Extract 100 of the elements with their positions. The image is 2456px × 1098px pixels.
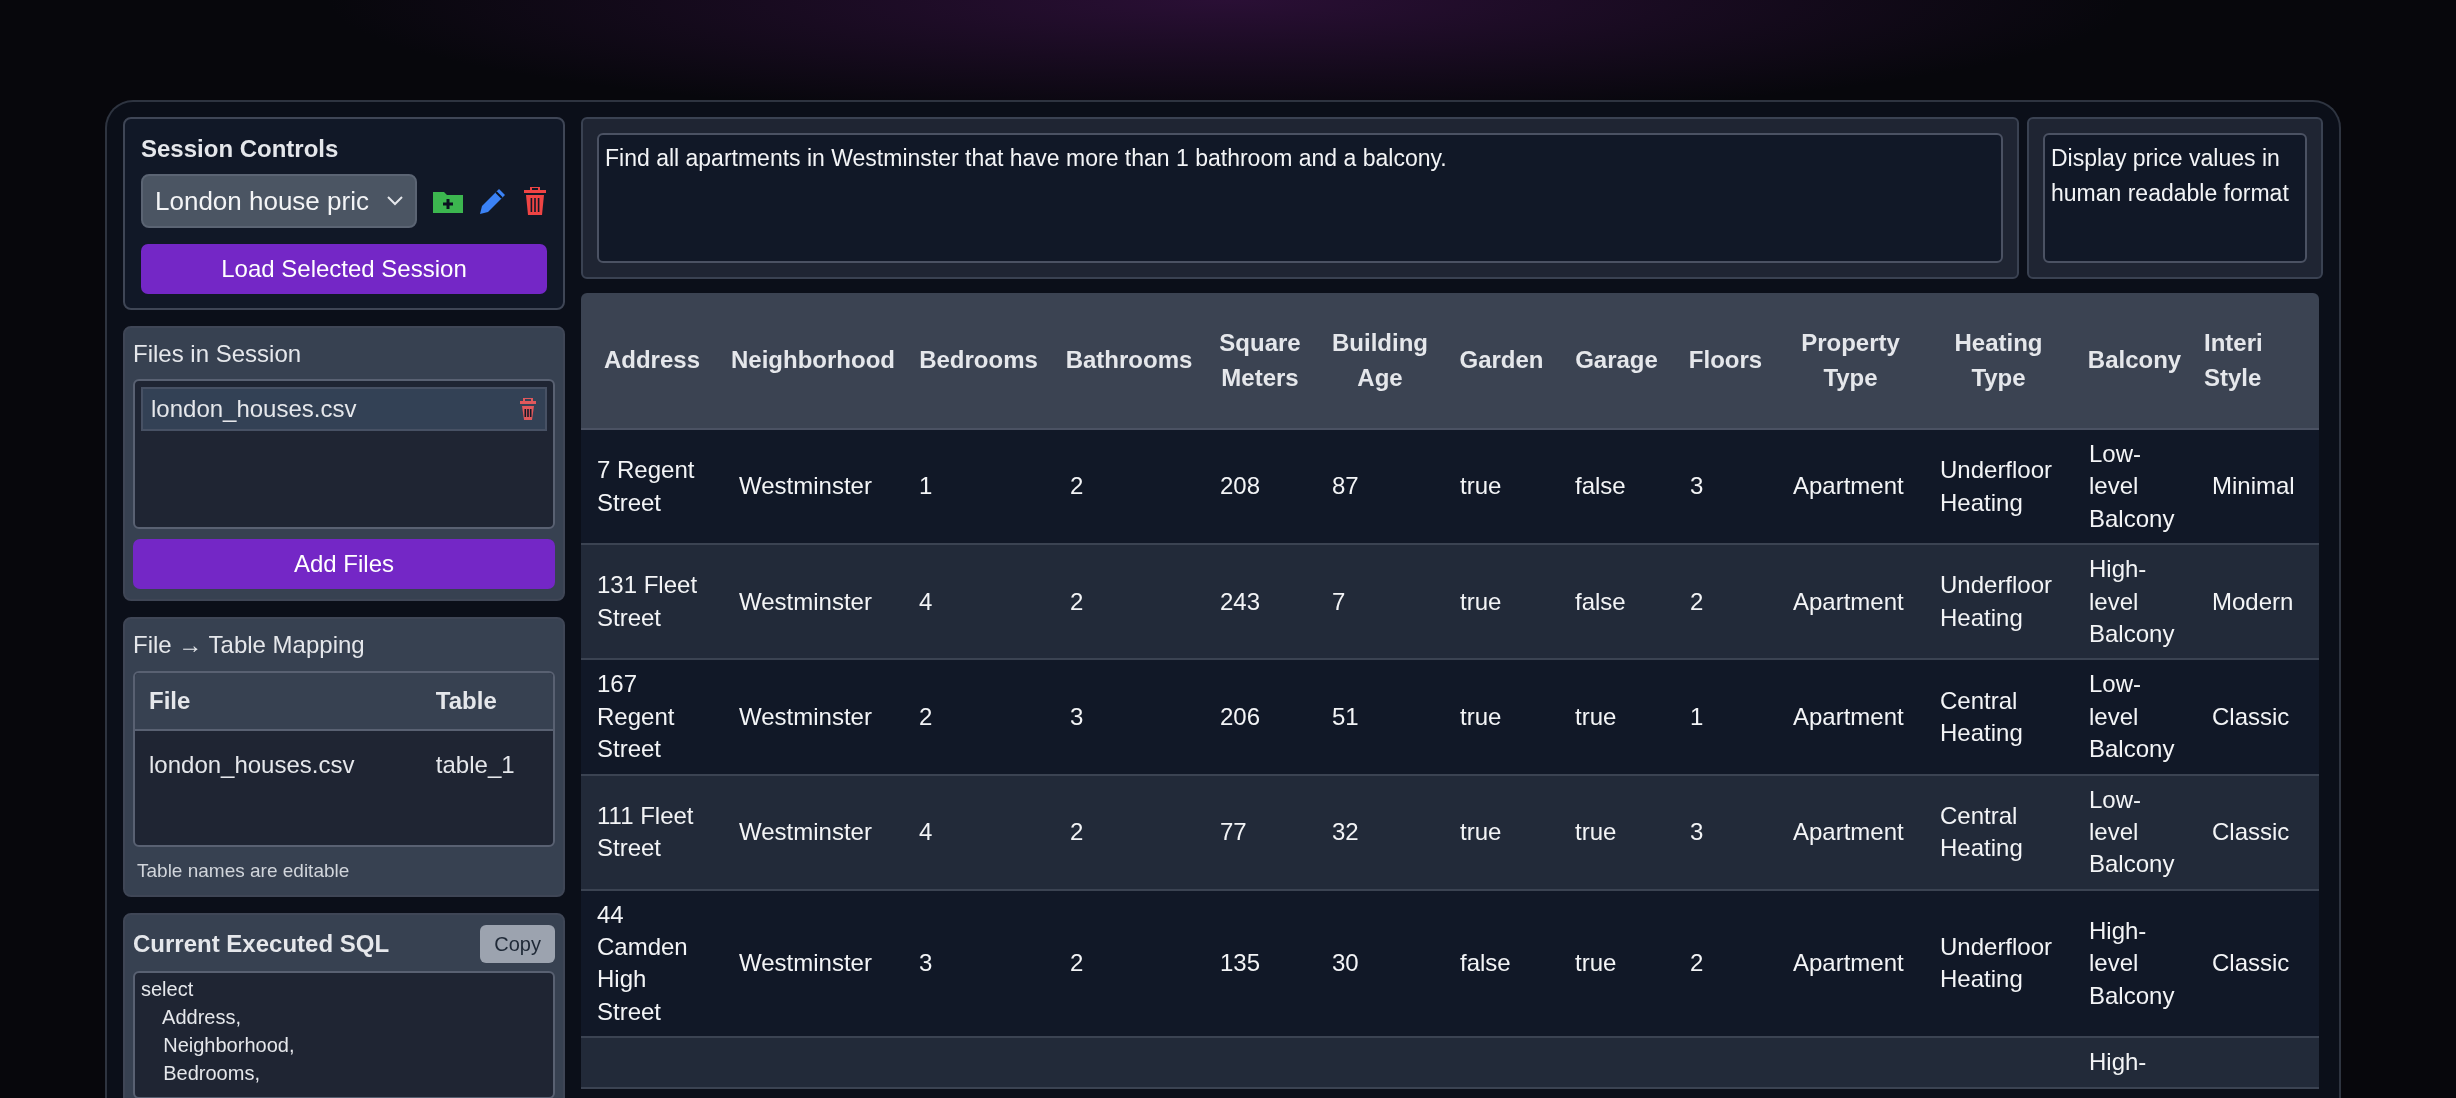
table-cell: true bbox=[1444, 544, 1559, 660]
table-cell: 30 bbox=[1316, 889, 1444, 1038]
table-cell: 243 bbox=[1204, 544, 1316, 660]
table-cell: Classic bbox=[2196, 889, 2319, 1038]
add-files-button[interactable]: Add Files bbox=[133, 539, 555, 590]
table-cell: 87 bbox=[1316, 429, 1444, 545]
table-cell: Apartment bbox=[1777, 429, 1924, 545]
table-cell: 2 bbox=[1054, 544, 1204, 660]
table-cell: true bbox=[1559, 659, 1674, 775]
table-cell: 3 bbox=[903, 889, 1054, 1038]
table-cell: 4 bbox=[903, 774, 1054, 890]
table-cell: Westminster bbox=[723, 774, 903, 890]
table-cell: 2 bbox=[1674, 889, 1777, 1038]
table-cell: 131 Fleet Street bbox=[581, 544, 723, 660]
table-cell: 208 bbox=[1204, 429, 1316, 545]
table-cell: Westminster bbox=[723, 889, 903, 1038]
table-cell: 1 bbox=[903, 429, 1054, 545]
table-cell: 167 Regent Street bbox=[581, 659, 723, 775]
table-cell: Westminster bbox=[723, 659, 903, 775]
pencil-icon[interactable] bbox=[479, 187, 507, 216]
table-cell: High- bbox=[2073, 1037, 2196, 1088]
table-cell: Westminster bbox=[723, 544, 903, 660]
table-cell: Classic bbox=[2196, 659, 2319, 775]
table-cell: Minimal bbox=[2196, 429, 2319, 545]
panel-title: Current Executed SQL bbox=[133, 929, 390, 960]
table-cell: 135 bbox=[1204, 889, 1316, 1038]
hint-text: Table names are editable bbox=[136, 858, 351, 883]
instructions-field[interactable]: Display price values in human readable format bbox=[2043, 133, 2307, 263]
table-cell: Apartment bbox=[1777, 889, 1924, 1038]
column-header: Building Age bbox=[1316, 293, 1444, 429]
table-cell: true bbox=[1559, 774, 1674, 890]
table-cell: false bbox=[1444, 889, 1559, 1038]
column-header: Interi Style bbox=[2196, 293, 2319, 429]
table-cell: 206 bbox=[1204, 659, 1316, 775]
table-cell: Low-level Balcony bbox=[2073, 659, 2196, 775]
table-cell: 2 bbox=[1674, 544, 1777, 660]
table-cell: Low-level Balcony bbox=[2073, 774, 2196, 890]
table-cell: Underfloor Heating bbox=[1924, 889, 2073, 1038]
load-session-button[interactable]: Load Selected Session bbox=[141, 244, 547, 295]
table-cell: Classic bbox=[2196, 774, 2319, 890]
table-cell: Central Heating bbox=[1924, 659, 2073, 775]
table-cell: Central Heating bbox=[1924, 774, 2073, 890]
table-cell: true bbox=[1444, 429, 1559, 545]
file-item[interactable]: london_houses.csv bbox=[141, 387, 547, 432]
table-cell: High-level Balcony bbox=[2073, 889, 2196, 1038]
panel-title: Files in Session bbox=[133, 339, 303, 370]
table-cell: false bbox=[1559, 544, 1674, 660]
table-cell: 3 bbox=[1054, 659, 1204, 775]
column-header: Garage bbox=[1559, 293, 1674, 429]
table-cell: 2 bbox=[1054, 429, 1204, 545]
table-cell: Apartment bbox=[1777, 544, 1924, 660]
chevron-icon bbox=[387, 196, 403, 207]
table-cell: 2 bbox=[903, 659, 1054, 775]
table-cell: false bbox=[1559, 429, 1674, 545]
panel-title: Session Controls bbox=[141, 134, 340, 164]
file-name: london_houses.csv bbox=[151, 394, 357, 425]
table-cell: true bbox=[1444, 774, 1559, 890]
table-cell: Underfloor Heating bbox=[1924, 429, 2073, 545]
column-header: Neighborhood bbox=[723, 293, 903, 429]
column-header: Bedrooms bbox=[903, 293, 1054, 429]
column-header: File bbox=[135, 672, 422, 730]
trash-icon[interactable] bbox=[519, 398, 537, 421]
table-cell: 4 bbox=[903, 544, 1054, 660]
folder-plus-icon[interactable] bbox=[433, 189, 463, 214]
table-cell: 51 bbox=[1316, 659, 1444, 775]
column-header: Square Meters bbox=[1204, 293, 1316, 429]
table-cell: 44 Camden High Street bbox=[581, 889, 723, 1038]
column-header: Balcony bbox=[2073, 293, 2196, 429]
panel-title: File → Table Mapping bbox=[133, 630, 366, 661]
sql-field[interactable]: select Address, Neighborhood, Bedrooms, bbox=[133, 971, 555, 1098]
copy-button[interactable]: Copy bbox=[480, 925, 555, 964]
table-cell: Westminster bbox=[723, 429, 903, 545]
table-cell: 7 bbox=[1316, 544, 1444, 660]
column-header: Heating Type bbox=[1924, 293, 2073, 429]
table-cell: 32 bbox=[1316, 774, 1444, 890]
table-cell: 3 bbox=[1674, 774, 1777, 890]
table-cell: 7 Regent Street bbox=[581, 429, 723, 545]
column-header: Garden bbox=[1444, 293, 1559, 429]
table-cell: table_1 bbox=[421, 729, 553, 799]
column-header: Bathrooms bbox=[1054, 293, 1204, 429]
table-cell: 2 bbox=[1054, 889, 1204, 1038]
table-cell: Underfloor Heating bbox=[1924, 544, 2073, 660]
column-header: Table bbox=[421, 672, 553, 730]
table-cell: Low-level Balcony bbox=[2073, 429, 2196, 545]
column-header: Floors bbox=[1674, 293, 1777, 429]
session-dropdown[interactable]: London house pric bbox=[141, 174, 417, 229]
table-cell: Apartment bbox=[1777, 659, 1924, 775]
trash-icon[interactable] bbox=[523, 187, 547, 216]
query-field[interactable]: Find all apartments in Westminster that have more than 1 bathroom and a balcony. bbox=[597, 133, 2003, 263]
table-cell: 3 bbox=[1674, 429, 1777, 545]
column-header: Property Type bbox=[1777, 293, 1924, 429]
column-header: Address bbox=[581, 293, 723, 429]
table-cell: 77 bbox=[1204, 774, 1316, 890]
table-cell: 111 Fleet Street bbox=[581, 774, 723, 890]
table-cell: 1 bbox=[1674, 659, 1777, 775]
table-cell: High-level Balcony bbox=[2073, 544, 2196, 660]
table-cell: 2 bbox=[1054, 774, 1204, 890]
table-cell: Modern bbox=[2196, 544, 2319, 660]
table-cell: true bbox=[1444, 659, 1559, 775]
table-cell: Apartment bbox=[1777, 774, 1924, 890]
